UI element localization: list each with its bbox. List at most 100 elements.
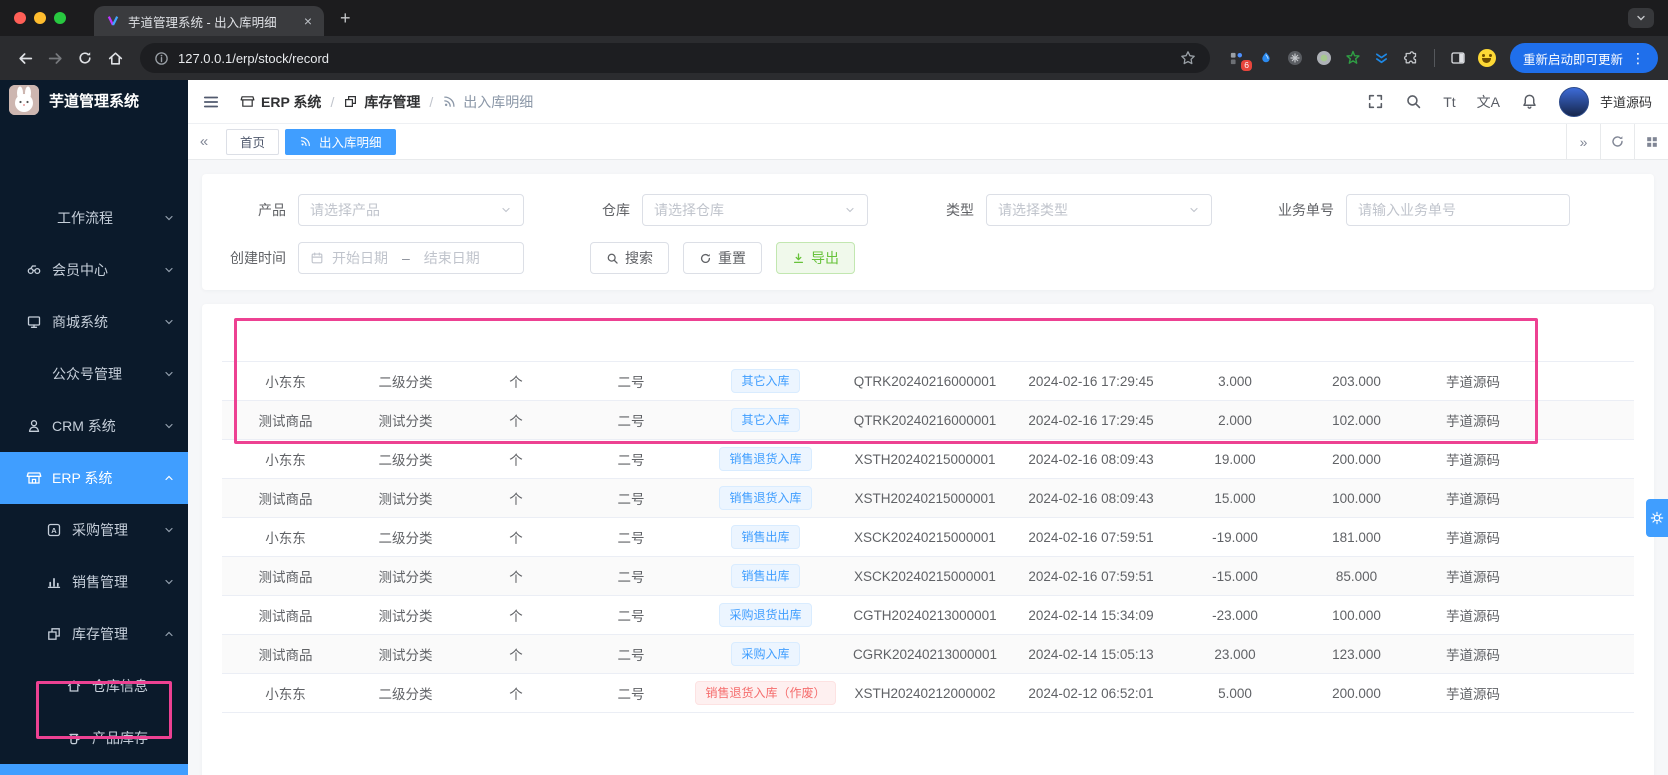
fold-tabs-icon[interactable]: « <box>188 133 220 150</box>
table-row[interactable]: 小东东 二级分类 个 二号 销售退货入库（作废） XSTH20240212000… <box>222 674 1634 713</box>
browser-update-button[interactable]: 重新启动即可更新 ⋮ <box>1509 43 1658 73</box>
bizno-input[interactable] <box>1346 194 1570 226</box>
cell-product-unit: 个 <box>509 687 523 702</box>
sidebar-item-official-account[interactable]: 公众号管理 <box>0 348 188 400</box>
reload-icon[interactable] <box>70 43 100 73</box>
tab-manager-extension-icon[interactable]: 6 <box>1228 49 1252 71</box>
tab-search-chevron-icon[interactable] <box>1628 8 1654 28</box>
sidebar-item-workflow[interactable]: 工作流程 <box>0 192 188 244</box>
breadcrumb-item-erp[interactable]: ERP 系统 <box>240 92 321 112</box>
sidebar-item-crm-system[interactable]: CRM 系统 <box>0 400 188 452</box>
refresh-page-icon[interactable] <box>1600 124 1634 159</box>
sidebar-item-warehouse-info[interactable]: 仓库信息 <box>0 660 188 712</box>
back-icon[interactable] <box>10 43 40 73</box>
cell-product-name: 小东东 <box>265 453 306 468</box>
close-tab-icon[interactable]: × <box>304 13 312 29</box>
sidebar-item-erp-system[interactable]: ERP 系统 <box>0 452 188 504</box>
sidebar-item-stock-management[interactable]: 库存管理 <box>0 608 188 660</box>
drop-extension-icon[interactable] <box>1257 49 1275 67</box>
layout-grid-icon[interactable] <box>1634 124 1668 159</box>
app-logo[interactable]: 芋道管理系统 <box>0 80 188 120</box>
double-chevron-extension-icon[interactable] <box>1373 49 1391 67</box>
cell-quantity: -23.000 <box>1212 607 1258 623</box>
tab-stock-record[interactable]: 出入库明细 <box>285 128 396 155</box>
window-controls[interactable] <box>0 12 80 24</box>
cell-warehouse: 二号 <box>617 492 645 507</box>
browser-menu-icon[interactable]: ⋮ <box>1631 50 1645 67</box>
export-button[interactable]: 导出 <box>776 242 855 274</box>
stock-squares-icon <box>46 626 62 642</box>
fullscreen-icon[interactable] <box>1367 93 1384 110</box>
font-size-icon[interactable]: Tt <box>1443 94 1455 110</box>
user-avatar[interactable] <box>1558 86 1589 117</box>
warehouse-select[interactable]: 请选择仓库 <box>642 194 868 226</box>
sidebar-item-member-center[interactable]: 会员中心 <box>0 244 188 296</box>
minimize-window-button[interactable] <box>34 12 46 24</box>
zoom-window-button[interactable] <box>54 12 66 24</box>
breadcrumb-item-stock[interactable]: 库存管理 <box>343 92 420 112</box>
cell-quantity: 5.000 <box>1218 685 1252 701</box>
product-select[interactable]: 请选择产品 <box>298 194 524 226</box>
lens-extension-icon[interactable] <box>1315 49 1333 67</box>
product-filter-label: 产品 <box>258 202 286 218</box>
table-row[interactable]: 测试商品 测试分类 个 二号 其它入库 QTRK20240216000001 2… <box>222 401 1634 440</box>
browser-tab[interactable]: 芋道管理系统 - 出入库明细 × <box>94 6 324 36</box>
sidebar-item-product-stock[interactable]: 产品库存 <box>0 712 188 764</box>
collapse-menu-icon[interactable] <box>202 93 220 111</box>
cell-product-name: 测试商品 <box>258 492 313 507</box>
green-star-extension-icon[interactable] <box>1344 49 1362 67</box>
date-range-picker[interactable]: 开始日期 – 结束日期 <box>298 242 524 274</box>
home-icon[interactable] <box>100 43 130 73</box>
site-info-icon[interactable] <box>154 51 169 66</box>
dark-circle-extension-icon[interactable] <box>1286 49 1304 67</box>
stock-record-table: 小东东 二级分类 个 二号 其它入库 QTRK20240216000001 20… <box>202 304 1654 775</box>
table-row[interactable]: 测试商品 测试分类 个 二号 销售出库 XSCK20240215000001 2… <box>222 557 1634 596</box>
table-row[interactable]: 小东东 二级分类 个 二号 销售退货入库 XSTH20240215000001 … <box>222 440 1634 479</box>
table-row[interactable]: 测试商品 测试分类 个 二号 采购退货出库 CGTH20240213000001… <box>222 596 1634 635</box>
unfold-tabs-icon[interactable]: » <box>1566 124 1600 159</box>
user-name[interactable]: 芋道源码 <box>1600 92 1652 111</box>
table-row[interactable]: 测试商品 测试分类 个 二号 采购入库 CGRK20240213000001 2… <box>222 635 1634 674</box>
cell-stock: 100.000 <box>1332 607 1381 623</box>
sidebar-item-purchase-management[interactable]: A 采购管理 <box>0 504 188 556</box>
cell-record-no: XSCK20240215000001 <box>854 568 996 584</box>
url-bar[interactable]: 127.0.0.1/erp/stock/record <box>140 43 1210 73</box>
chevron-down-icon <box>163 576 175 588</box>
sidebar: 芋道管理系统 工作流程 会员中心 商城系统 公众号管理 CRM 系统 ERP 系… <box>0 80 188 775</box>
table-row[interactable]: 测试商品 测试分类 个 二号 销售退货入库 XSTH20240215000001… <box>222 479 1634 518</box>
bookmark-star-icon[interactable] <box>1180 50 1196 66</box>
sidebar-item-mall-system[interactable]: 商城系统 <box>0 296 188 348</box>
search-icon[interactable] <box>1405 93 1422 110</box>
close-window-button[interactable] <box>14 12 26 24</box>
table-row[interactable]: 小东东 二级分类 个 二号 其它入库 QTRK20240216000001 20… <box>222 362 1634 401</box>
sales-chart-icon <box>46 574 62 590</box>
cell-warehouse: 二号 <box>617 609 645 624</box>
search-button[interactable]: 搜索 <box>590 242 669 274</box>
cell-record-no: CGRK20240213000001 <box>852 646 998 662</box>
cell-record-date: 2024-02-16 08:09:43 <box>1028 451 1154 467</box>
tab-home[interactable]: 首页 <box>226 128 280 155</box>
cell-type: 销售退货入库（作废） <box>692 681 839 705</box>
type-tag: 其它入库 <box>731 408 800 432</box>
cell-quantity: -19.000 <box>1212 529 1258 545</box>
forward-icon[interactable] <box>40 43 70 73</box>
reset-button[interactable]: 重置 <box>683 242 762 274</box>
date-start-placeholder: 开始日期 <box>332 250 388 266</box>
cell-product-name: 小东东 <box>265 375 306 390</box>
extensions-puzzle-icon[interactable] <box>1402 49 1420 67</box>
translate-icon[interactable]: 文A <box>1477 92 1500 112</box>
type-select[interactable]: 请选择类型 <box>986 194 1212 226</box>
new-tab-button[interactable]: + <box>340 9 351 27</box>
sidebar-item-stock-record[interactable]: 出入库明细 <box>0 764 188 775</box>
cell-warehouse: 二号 <box>617 453 645 468</box>
side-panel-icon[interactable] <box>1449 49 1467 67</box>
sidebar-item-sales-management[interactable]: 销售管理 <box>0 556 188 608</box>
table-row[interactable]: 小东东 二级分类 个 二号 销售出库 XSCK20240215000001 20… <box>222 518 1634 557</box>
type-filter-label: 类型 <box>946 202 974 218</box>
emoji-extension-icon[interactable] <box>1477 49 1496 67</box>
date-filter-label: 创建时间 <box>230 250 286 266</box>
svg-text:A: A <box>51 526 57 535</box>
cell-stock: 85.000 <box>1335 568 1378 584</box>
theme-settings-button[interactable] <box>1646 499 1668 537</box>
bell-icon[interactable] <box>1521 93 1538 110</box>
